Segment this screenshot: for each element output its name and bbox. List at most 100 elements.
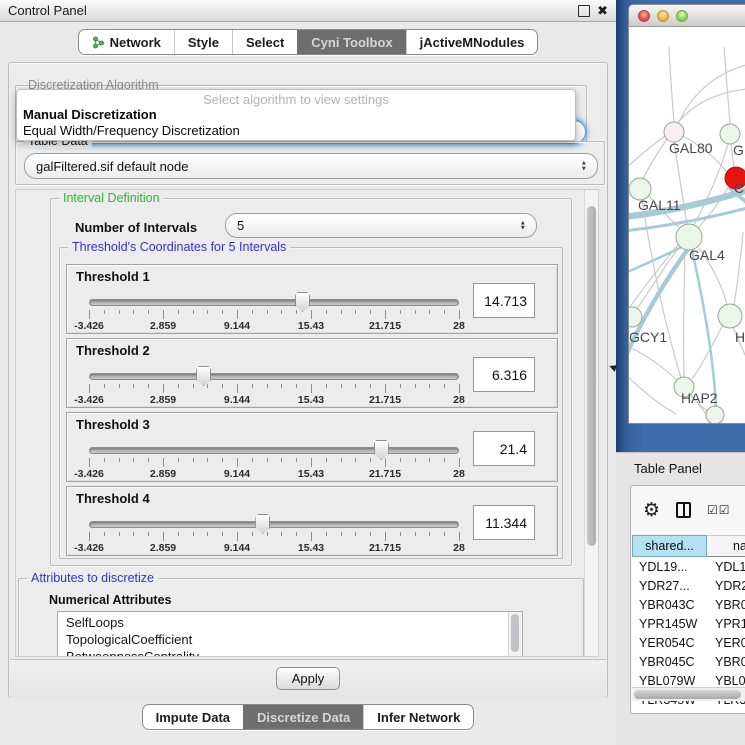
table-header-row: shared...na — [632, 535, 745, 557]
attribute-items: SelfLoopsTopologicalCoefficientBetweenne… — [58, 612, 522, 657]
column-header-2[interactable]: na — [707, 535, 745, 557]
threshold-value-field[interactable]: 6.316 — [473, 357, 535, 392]
attributes-list-scrollbar[interactable] — [508, 612, 522, 657]
threshold-panel-2: Threshold 2-3.4262.8599.14415.4321.71528… — [66, 338, 558, 408]
list-item-betweennesscentrality[interactable]: BetweennessCentrality — [66, 648, 522, 657]
table-row[interactable]: YIL052CYIL0 — [632, 709, 745, 714]
tab-discretize-data[interactable]: Discretize Data — [243, 705, 363, 729]
table-row[interactable]: YER054CYER0 — [632, 633, 745, 652]
table-row[interactable]: YPR145WYPR1 — [632, 614, 745, 633]
network-edge — [643, 139, 667, 179]
tick-mark — [163, 458, 164, 467]
tick-mark — [133, 310, 134, 314]
number-of-intervals-label: Number of Intervals — [75, 220, 197, 235]
tick-strip — [89, 458, 459, 467]
table-panel-card: ⚙ ☑☑ shared...na YDL19...YDL1YDR27...YDR… — [630, 485, 745, 714]
slider-track[interactable] — [89, 521, 459, 528]
tick-mark — [148, 310, 149, 314]
cell-shared-name: YBL079W — [632, 674, 707, 688]
scrollbar-thumb[interactable] — [634, 690, 741, 699]
tick-mark — [222, 310, 223, 314]
tick-mark — [148, 384, 149, 388]
table-row[interactable]: YDL19...YDL1 — [632, 557, 745, 576]
network-view-window: GAL80GCGAL11GAL4GCY1HHAP2 — [628, 4, 745, 424]
table-horizontal-scrollbar[interactable] — [632, 687, 745, 701]
tick-mark — [252, 532, 253, 536]
column-header-1[interactable]: shared... — [632, 535, 707, 557]
tick-mark — [193, 310, 194, 314]
table-row[interactable]: YBR043CYBR0 — [632, 595, 745, 614]
minimize-traffic-light[interactable] — [657, 10, 669, 22]
slider-thumb[interactable] — [255, 514, 270, 534]
numerical-attributes-list[interactable]: SelfLoopsTopologicalCoefficientBetweenne… — [57, 611, 523, 657]
tick-mark — [296, 458, 297, 462]
scrollbar-thumb[interactable] — [587, 206, 596, 546]
network-node-bottom[interactable] — [706, 406, 724, 424]
slider-thumb[interactable] — [196, 366, 211, 386]
tab-cyni-toolbox[interactable]: Cyni Toolbox — [297, 30, 405, 54]
screen: Control Panel ✖ NetworkStyleSelectCyni T… — [0, 0, 745, 745]
network-edge — [629, 345, 709, 418]
tick-mark — [281, 310, 282, 314]
network-node-right-mid[interactable] — [718, 304, 742, 328]
panel-vertical-scrollbar[interactable] — [584, 190, 598, 656]
network-window-titlebar — [629, 5, 745, 27]
apply-button[interactable]: Apply — [276, 667, 341, 690]
number-of-intervals-combobox[interactable]: 5 ▲▼ — [225, 213, 537, 238]
split-columns-icon[interactable] — [676, 502, 691, 518]
threshold-value-field[interactable]: 11.344 — [473, 505, 535, 540]
network-edge-highlighted — [692, 250, 716, 407]
float-window-icon[interactable] — [578, 5, 590, 17]
tick-mark — [207, 532, 208, 536]
table-row[interactable]: YBR045CYBR0 — [632, 652, 745, 671]
network-node-top-right[interactable] — [720, 124, 740, 144]
tab-network[interactable]: Network — [79, 30, 174, 54]
tick-mark — [104, 310, 105, 314]
tick-mark — [237, 532, 238, 541]
network-canvas[interactable]: GAL80GCGAL11GAL4GCY1HHAP2 — [629, 27, 745, 424]
table-row[interactable]: YDR27...YDR2 — [632, 576, 745, 595]
tick-mark — [296, 384, 297, 388]
slider-thumb[interactable] — [295, 292, 310, 312]
tab-jactivemnodules[interactable]: jActiveMNodules — [406, 30, 538, 54]
tab-label: jActiveMNodules — [420, 35, 525, 50]
threshold-value-field[interactable]: 21.4 — [473, 431, 535, 466]
close-traffic-light[interactable] — [638, 10, 650, 22]
tick-mark — [104, 384, 105, 388]
tick-mark — [459, 310, 460, 319]
tab-impute-data[interactable]: Impute Data — [143, 705, 243, 729]
list-item-topologicalcoefficient[interactable]: TopologicalCoefficient — [66, 631, 522, 648]
cell-name: YBR0 — [707, 598, 745, 612]
settings-scroll-content: Interval Definition Number of Intervals … — [16, 190, 586, 657]
cell-name: YBR0 — [707, 655, 745, 669]
dropdown-option-equal-width-frequency[interactable]: Equal Width/Frequency Discretization — [21, 123, 571, 139]
cell-name: YDR2 — [707, 579, 745, 593]
select-columns-checkboxes-icon[interactable]: ☑☑ — [707, 503, 731, 517]
tick-mark — [178, 458, 179, 462]
threshold-value-field[interactable]: 14.713 — [473, 283, 535, 318]
slider-track[interactable] — [89, 373, 459, 380]
cell-shared-name: YIL052C — [632, 712, 707, 715]
slider-thumb[interactable] — [374, 440, 389, 460]
gear-icon[interactable]: ⚙ — [643, 501, 660, 520]
tab-select[interactable]: Select — [232, 30, 297, 54]
tab-style[interactable]: Style — [174, 30, 232, 54]
tick-mark — [104, 532, 105, 536]
network-node-GAL80[interactable] — [664, 122, 684, 142]
tick-labels: -3.4262.8599.14415.4321.71528 — [89, 468, 459, 480]
tick-label: -3.426 — [74, 394, 104, 406]
bottom-tabset: Impute DataDiscretize DataInfer Network — [142, 704, 475, 730]
tab-infer-network[interactable]: Infer Network — [363, 705, 473, 729]
table-data-combobox[interactable]: galFiltered.sif default node ▲▼ — [24, 153, 598, 179]
dropdown-option-manual-discretization[interactable]: Manual Discretization — [21, 107, 571, 123]
list-item-selfloops[interactable]: SelfLoops — [66, 614, 522, 631]
scrollbar-thumb[interactable] — [511, 614, 519, 652]
zoom-traffic-light[interactable] — [676, 10, 688, 22]
slider-track[interactable] — [89, 447, 459, 454]
tick-mark — [133, 384, 134, 388]
slider-track[interactable] — [89, 299, 459, 306]
tick-mark — [311, 458, 312, 467]
close-icon[interactable]: ✖ — [597, 6, 608, 16]
dropdown-placeholder-option[interactable]: Select algorithm to view settings — [21, 92, 571, 107]
number-of-intervals-value: 5 — [237, 218, 244, 233]
